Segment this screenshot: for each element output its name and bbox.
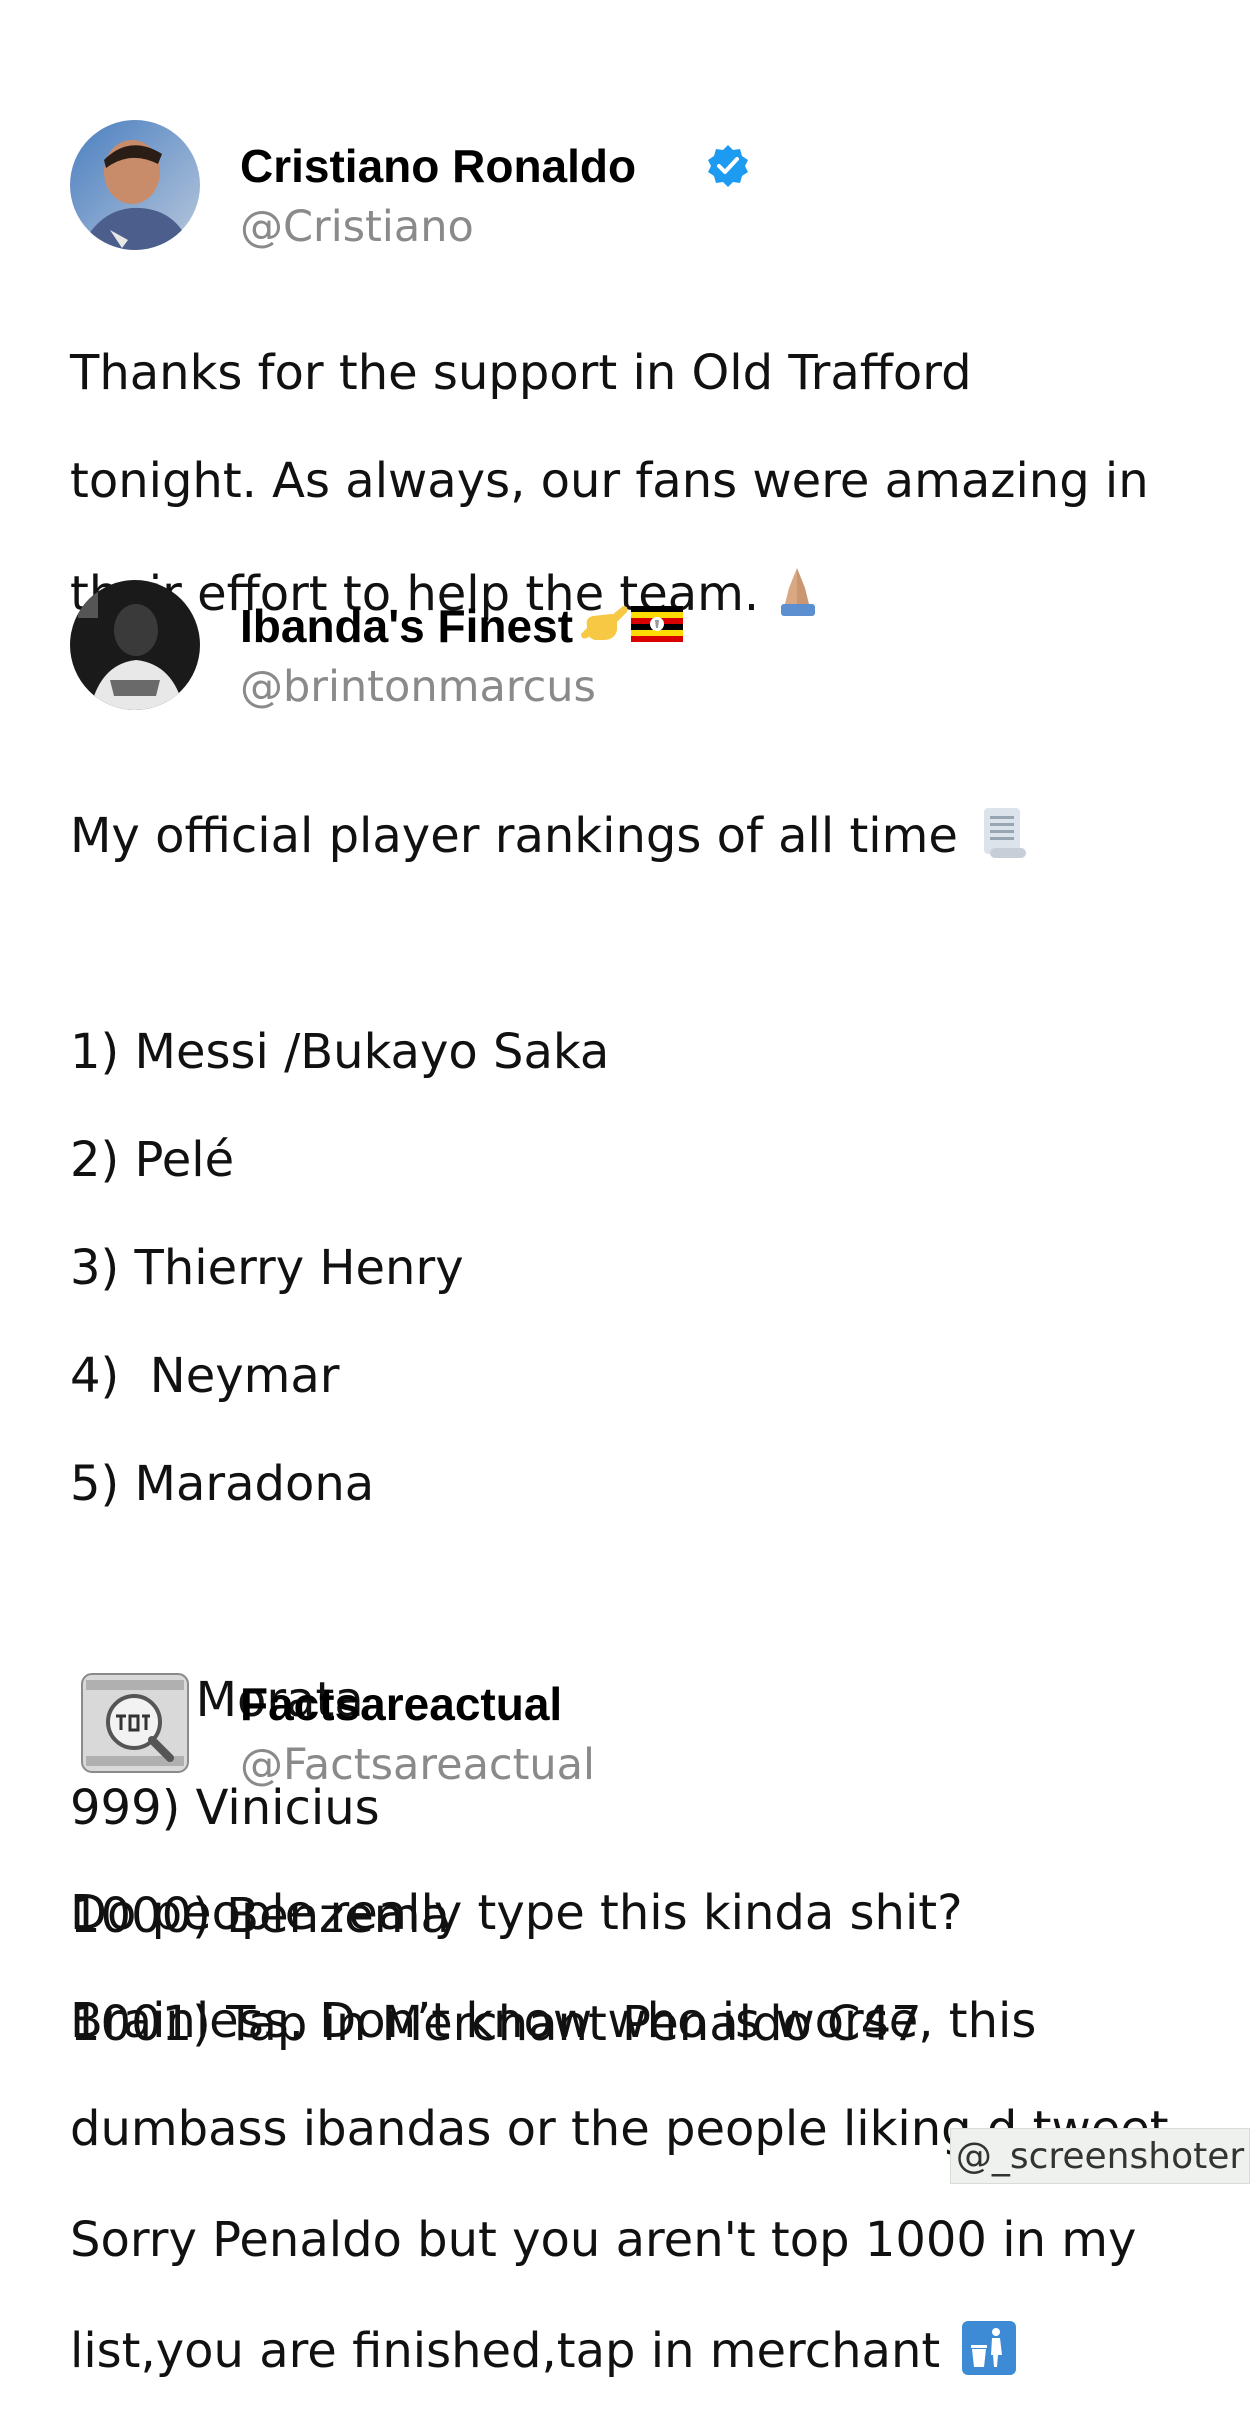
avatar[interactable] <box>70 580 200 710</box>
name-row: Ibanda's Finest <box>240 598 684 654</box>
put-litter-in-bin-icon <box>962 2321 1017 2375</box>
display-name[interactable]: Cristiano Ronaldo <box>240 139 636 193</box>
watermark: @_screenshoter <box>950 2128 1250 2184</box>
ranking-item: 4) Neymar <box>70 1348 340 1404</box>
display-name[interactable]: Ibanda's Finest <box>240 599 573 653</box>
call-me-hand-icon <box>581 600 631 652</box>
body-line-text: list,you are finished,tap in merchant <box>70 2323 941 2379</box>
name-emojis <box>581 600 684 652</box>
body-line: My official player rankings of all time <box>70 804 1180 863</box>
avatar-photo-icon <box>70 580 200 710</box>
body-line: list,you are finished,tap in merchant <box>70 2321 1180 2378</box>
ranking-item: 2) Pelé <box>70 1132 235 1188</box>
handle[interactable]: @Factsareactual <box>240 1740 595 1790</box>
handle[interactable]: @brintonmarcus <box>240 662 596 712</box>
name-row: Cristiano Ronaldo <box>240 138 752 194</box>
ranking-item: 1) Messi /Bukayo Saka <box>70 1024 610 1080</box>
body-line: Thanks for the support in Old Trafford <box>70 345 972 401</box>
body-line: Do people really type this kinda shit? <box>70 1885 963 1941</box>
tweet-header: Ibanda's Finest @brintonmarcus <box>70 580 1180 720</box>
body-line: Sorry Penaldo but you aren't top 1000 in… <box>70 2212 1137 2268</box>
ranking-item: 3) Thierry Henry <box>70 1240 464 1296</box>
ranking-item: 5) Maradona <box>70 1456 375 1512</box>
display-name[interactable]: Factsareactual <box>240 1677 562 1731</box>
uganda-flag-icon <box>631 606 684 646</box>
body-line-text: My official player rankings of all time <box>70 808 958 864</box>
body-line: Brainless. Don’t know who is worse, this <box>70 1993 1037 2049</box>
verified-badge-icon <box>704 142 752 190</box>
handle[interactable]: @Cristiano <box>240 202 474 252</box>
avatar[interactable] <box>70 1658 200 1788</box>
scroll-icon <box>976 804 1032 860</box>
facts-logo-icon <box>70 1658 200 1788</box>
tweet-header: Factsareactual @Factsareactual <box>70 1658 1180 1798</box>
tweet-header: Cristiano Ronaldo @Cristiano <box>70 120 1180 260</box>
name-row: Factsareactual <box>240 1676 562 1732</box>
avatar[interactable] <box>70 120 200 250</box>
avatar-photo-icon <box>70 120 200 250</box>
body-line: tonight. As always, our fans were amazin… <box>70 453 1149 509</box>
